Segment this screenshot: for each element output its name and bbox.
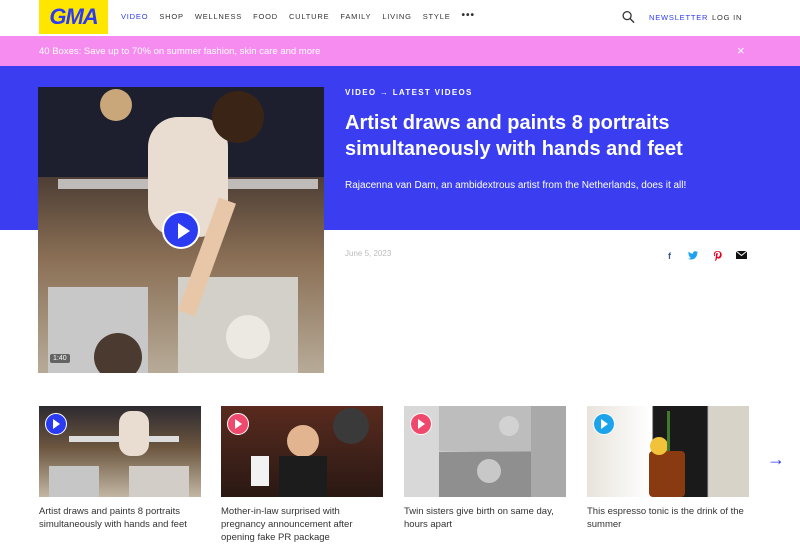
card-title[interactable]: Mother-in-law surprised with pregnancy a… (221, 505, 383, 544)
publish-date: June 5, 2023 (345, 249, 392, 258)
video-card[interactable]: Artist draws and paints 8 portraits simu… (39, 406, 201, 531)
play-button[interactable] (593, 413, 615, 435)
hero-description: Rajacenna van Dam, an ambidextrous artis… (345, 180, 687, 191)
nav-wellness[interactable]: WELLNESS (195, 12, 242, 21)
nav-shop[interactable]: SHOP (159, 12, 183, 21)
nav-culture[interactable]: CULTURE (289, 12, 329, 21)
play-button[interactable] (410, 413, 432, 435)
facebook-share-icon[interactable]: f (668, 251, 671, 261)
login-link[interactable]: LOG IN (712, 13, 742, 22)
play-button[interactable] (162, 211, 200, 249)
nav-video[interactable]: VIDEO (121, 12, 148, 21)
pinterest-share-icon[interactable] (713, 251, 722, 261)
card-thumbnail[interactable] (39, 406, 201, 497)
twitter-share-icon[interactable] (688, 251, 698, 260)
play-button[interactable] (227, 413, 249, 435)
card-thumbnail[interactable] (404, 406, 566, 497)
video-card[interactable]: Twin sisters give birth on same day, hou… (404, 406, 566, 531)
site-header: GMA VIDEO SHOP WELLNESS FOOD CULTURE FAM… (0, 0, 800, 36)
carousel-next-arrow-icon[interactable]: → (767, 449, 785, 470)
card-title[interactable]: Twin sisters give birth on same day, hou… (404, 505, 566, 531)
video-card[interactable]: This espresso tonic is the drink of the … (587, 406, 749, 531)
nav-style[interactable]: STYLE (423, 12, 451, 21)
nav-family[interactable]: FAMILY (340, 12, 371, 21)
nav-food[interactable]: FOOD (253, 12, 278, 21)
mail-share-icon[interactable] (736, 251, 747, 259)
card-title[interactable]: This espresso tonic is the drink of the … (587, 505, 749, 531)
breadcrumb[interactable]: VIDEO → LATEST VIDEOS (345, 88, 473, 97)
page-title: Artist draws and paints 8 portraits simu… (345, 112, 683, 160)
nav-living[interactable]: LIVING (382, 12, 411, 21)
search-icon[interactable] (622, 10, 635, 24)
video-duration: 1:40 (50, 354, 70, 363)
card-title[interactable]: Artist draws and paints 8 portraits simu… (39, 505, 201, 531)
promo-banner[interactable]: 40 Boxes: Save up to 70% on summer fashi… (0, 36, 800, 66)
promo-text[interactable]: 40 Boxes: Save up to 70% on summer fashi… (39, 46, 320, 57)
card-thumbnail[interactable] (221, 406, 383, 497)
play-button[interactable] (45, 413, 67, 435)
video-card[interactable]: Mother-in-law surprised with pregnancy a… (221, 406, 383, 544)
logo-text: GMA (49, 4, 98, 29)
more-menu-icon[interactable]: ••• (462, 11, 476, 21)
card-thumbnail[interactable] (587, 406, 749, 497)
newsletter-link[interactable]: NEWSLETTER (649, 13, 708, 22)
gma-logo[interactable]: GMA (39, 0, 108, 34)
close-icon[interactable]: × (737, 43, 745, 58)
main-nav: VIDEO SHOP WELLNESS FOOD CULTURE FAMILY … (121, 11, 486, 22)
